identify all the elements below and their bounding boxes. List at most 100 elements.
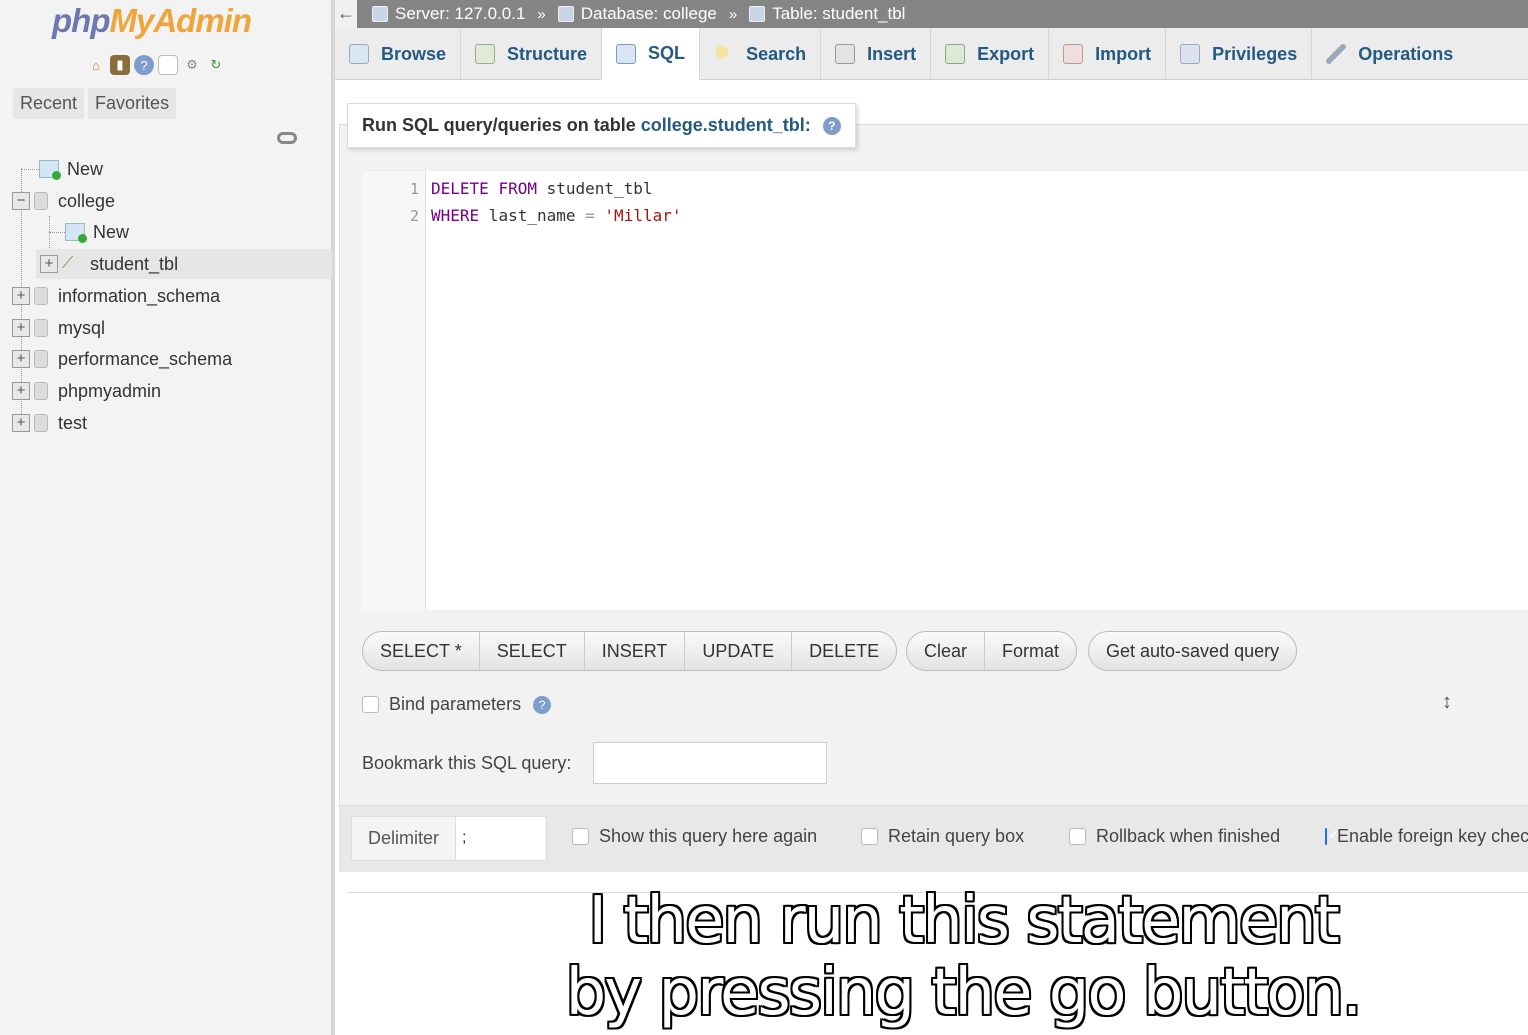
retain-query-box-checkbox[interactable] <box>861 828 878 845</box>
export-icon <box>945 44 966 64</box>
help-icon[interactable]: ? <box>822 116 841 135</box>
tree-item-student-tbl[interactable]: + ⟋ student_tbl <box>36 249 332 279</box>
sql-text: last_name <box>479 206 586 225</box>
legend-text: Run SQL query/queries on table <box>362 115 636 135</box>
retain-query-box-option[interactable]: Retain query box <box>861 826 1024 847</box>
tab-sql[interactable]: SQL <box>602 28 701 80</box>
database-icon <box>34 192 48 210</box>
tree-item-phpmyadmin[interactable]: + phpmyadmin <box>12 376 161 406</box>
insert-icon <box>835 44 856 64</box>
logout-icon[interactable]: ▮ <box>110 55 130 75</box>
expand-icon[interactable]: + <box>12 414 30 432</box>
subtitle-line: I then run this statement <box>588 884 1340 958</box>
phpmyadmin-logo[interactable]: phpMyAdmin <box>52 2 252 40</box>
table-icon <box>749 6 766 22</box>
help-icon[interactable]: ? <box>533 695 552 714</box>
breadcrumb: ← Server: 127.0.0.1 » Database: college … <box>335 0 1528 28</box>
recent-tab[interactable]: Recent <box>13 88 85 119</box>
tab-browse[interactable]: Browse <box>335 28 462 80</box>
tab-structure[interactable]: Structure <box>461 28 603 80</box>
delimiter-label: Delimiter <box>368 828 440 848</box>
show-query-checkbox[interactable] <box>572 828 589 845</box>
import-icon <box>1063 44 1084 64</box>
bookmark-input[interactable] <box>593 742 828 784</box>
tab-privileges[interactable]: Privileges <box>1166 28 1313 80</box>
show-query-option[interactable]: Show this query here again <box>572 826 817 847</box>
database-icon <box>34 382 48 400</box>
query-legend: Run SQL query/queries on table college.s… <box>347 103 856 148</box>
bookmark-label: Bookmark this SQL query: <box>362 752 572 773</box>
tree-item-new-table[interactable]: New <box>49 217 129 247</box>
breadcrumb-separator: » <box>537 5 546 23</box>
home-icon[interactable]: ⌂ <box>86 55 106 75</box>
database-icon <box>34 414 48 432</box>
foreign-key-checks-checkbox[interactable] <box>1325 826 1340 845</box>
expand-icon[interactable]: + <box>12 350 30 368</box>
delimiter-input[interactable]: ; <box>455 817 546 860</box>
tree-item-new[interactable]: New <box>21 154 103 184</box>
expand-icon[interactable]: + <box>12 382 30 400</box>
tab-export[interactable]: Export <box>931 28 1050 80</box>
collapse-navigation-icon[interactable]: ← <box>335 0 357 28</box>
quick-icons: ⌂ ▮ ? ⚙ ↻ <box>86 55 226 75</box>
rollback-option[interactable]: Rollback when finished <box>1069 826 1280 847</box>
link-with-main-panel-icon[interactable] <box>277 132 297 144</box>
operations-icon <box>1326 44 1347 64</box>
breadcrumb-table[interactable]: Table: student_tbl <box>749 4 905 24</box>
get-auto-saved-query-button[interactable]: Get auto-saved query <box>1089 632 1296 670</box>
tree-item-information-schema[interactable]: + information_schema <box>12 281 220 311</box>
bind-parameters-label[interactable]: Bind parameters <box>389 694 521 715</box>
help-icon[interactable]: ? <box>134 55 154 75</box>
expand-icon[interactable]: + <box>40 255 58 273</box>
privileges-icon <box>1180 44 1201 64</box>
expand-icon[interactable]: + <box>12 287 30 305</box>
insert-button[interactable]: INSERT <box>585 632 686 670</box>
tree-item-performance-schema[interactable]: + performance_schema <box>12 344 232 374</box>
tab-search[interactable]: Search <box>700 28 822 80</box>
bind-parameters-checkbox[interactable] <box>362 696 379 713</box>
code-line[interactable]: DELETE FROM student_tbl <box>431 179 653 198</box>
select-button[interactable]: SELECT <box>480 632 585 670</box>
tree-item-label: New <box>67 158 104 179</box>
docs-icon[interactable] <box>158 55 178 75</box>
delete-button[interactable]: DELETE <box>792 632 896 670</box>
update-button[interactable]: UPDATE <box>685 632 793 670</box>
line-number: 1 <box>409 180 419 198</box>
rollback-checkbox[interactable] <box>1069 828 1086 845</box>
database-icon <box>34 319 48 337</box>
tree-item-label: test <box>58 412 88 433</box>
sql-operator: = <box>585 206 595 225</box>
favorites-tab[interactable]: Favorites <box>88 88 177 119</box>
legend-table-link[interactable]: college.student_tbl: <box>641 115 811 136</box>
collapse-icon[interactable]: − <box>12 192 30 210</box>
line-number-gutter: 1 2 <box>362 171 426 611</box>
settings-icon[interactable]: ⚙ <box>182 55 202 75</box>
breadcrumb-server[interactable]: Server: 127.0.0.1 <box>372 4 525 24</box>
tree-item-label: information_schema <box>58 285 221 306</box>
navigation-panel: phpMyAdmin ⌂ ▮ ? ⚙ ↻ Recent Favorites Ne… <box>0 0 332 1035</box>
tab-insert[interactable]: Insert <box>821 28 932 80</box>
format-button[interactable]: Format <box>985 632 1076 670</box>
tree-item-label: student_tbl <box>90 253 179 274</box>
breadcrumb-database[interactable]: Database: college <box>557 4 717 24</box>
autosave-button-group: Get auto-saved query <box>1088 631 1298 671</box>
sql-editor[interactable]: 1 2 DELETE FROM student_tbl WHERE last_n… <box>362 170 1528 713</box>
clear-button[interactable]: Clear <box>907 632 986 670</box>
structure-icon <box>475 44 496 64</box>
tree-item-label: college <box>58 190 116 211</box>
bookmark-row: Bookmark this SQL query: <box>362 742 828 784</box>
code-line[interactable]: WHERE last_name = 'Millar' <box>431 206 681 225</box>
database-icon <box>557 6 574 22</box>
tab-operations[interactable]: Operations <box>1312 28 1467 80</box>
select-star-button[interactable]: SELECT * <box>363 632 480 670</box>
foreign-key-checks-option[interactable]: Enable foreign key checks <box>1325 826 1528 847</box>
tab-import[interactable]: Import <box>1049 28 1167 80</box>
tree-item-mysql[interactable]: + mysql <box>12 313 105 343</box>
reload-icon[interactable]: ↻ <box>206 55 226 75</box>
expand-icon[interactable]: + <box>12 319 30 337</box>
tree-item-test[interactable]: + test <box>12 408 87 438</box>
browse-icon <box>349 44 369 64</box>
tree-item-college[interactable]: − college <box>12 186 115 216</box>
